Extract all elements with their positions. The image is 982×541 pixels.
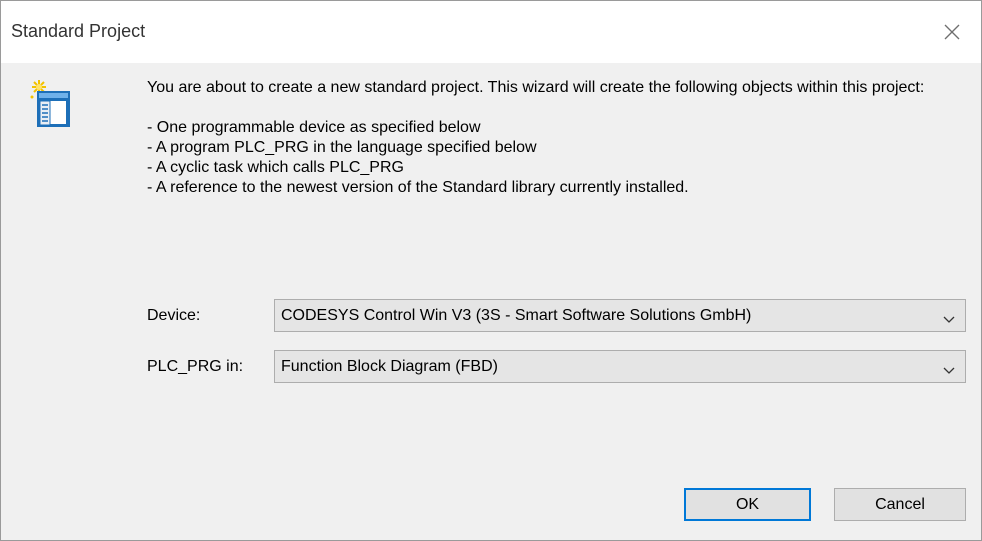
bullet-list: - One programmable device as specified b… — [147, 118, 947, 198]
intro-paragraph: You are about to create a new standard p… — [147, 79, 925, 96]
standard-project-dialog: Standard Project You are about to create… — [0, 0, 982, 541]
title-bar: Standard Project — [1, 1, 981, 63]
device-select-value: CODESYS Control Win V3 (3S - Smart Softw… — [281, 307, 752, 324]
close-button[interactable] — [923, 1, 981, 63]
bullet-item-task: - A cyclic task which calls PLC_PRG — [147, 159, 404, 176]
device-label: Device: — [147, 307, 201, 324]
project-wizard-icon — [29, 79, 71, 129]
close-icon — [942, 22, 962, 42]
dialog-title: Standard Project — [11, 21, 146, 41]
device-select[interactable]: CODESYS Control Win V3 (3S - Smart Softw… — [274, 299, 966, 332]
chevron-down-icon — [943, 362, 955, 380]
plc-prg-select-value: Function Block Diagram (FBD) — [281, 358, 498, 375]
bullet-item-device: - One programmable device as specified b… — [147, 119, 481, 136]
plc-prg-language-select[interactable]: Function Block Diagram (FBD) — [274, 350, 966, 383]
intro-text-block: You are about to create a new standard p… — [147, 78, 947, 198]
bullet-item-library: - A reference to the newest version of t… — [147, 179, 689, 196]
ok-button[interactable]: OK — [684, 488, 811, 521]
bullet-item-program: - A program PLC_PRG in the language spec… — [147, 139, 537, 156]
cancel-button[interactable]: Cancel — [834, 488, 966, 521]
chevron-down-icon — [943, 311, 955, 329]
plc-prg-label: PLC_PRG in: — [147, 358, 244, 375]
